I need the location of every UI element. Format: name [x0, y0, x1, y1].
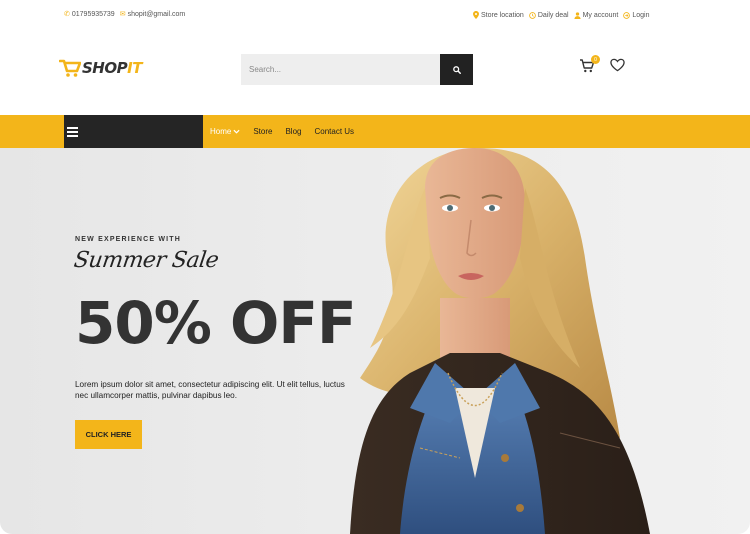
nav-item-contact-us[interactable]: Contact Us [314, 127, 354, 136]
hero-script-title: Summer Sale [72, 248, 221, 273]
phone-icon: ✆ [64, 11, 70, 18]
hero-headline: 50% OFF [75, 289, 357, 357]
categories-menu-button[interactable] [64, 115, 203, 148]
search-bar [241, 54, 473, 85]
nav-links: Home Store Blog Contact Us [210, 115, 354, 148]
login-label: Login [632, 11, 650, 19]
logo-text-shop: SHOP [82, 59, 128, 77]
logo-text-it: IT [127, 59, 142, 77]
nav-item-blog[interactable]: Blog [285, 127, 301, 136]
daily-deal-link[interactable]: Daily deal [528, 11, 569, 19]
phone-contact[interactable]: ✆ 01795935739 [64, 11, 115, 18]
login-icon [623, 11, 631, 19]
hero-model-image [350, 148, 650, 534]
clock-icon [528, 11, 536, 19]
cart-count-badge: 0 [591, 55, 600, 64]
hero-banner: NEW EXPERIENCE WITH Summer Sale 50% OFF … [0, 148, 750, 534]
hero-description: Lorem ipsum dolor sit amet, consectetur … [75, 380, 345, 400]
hamburger-icon [67, 126, 78, 137]
email-address: shopit@gmail.com [127, 11, 186, 18]
store-location-link[interactable]: Store location [473, 11, 524, 19]
email-contact[interactable]: ✉ shopit@gmail.com [120, 11, 186, 18]
wishlist-button[interactable] [610, 58, 626, 74]
nav-item-home-label: Home [210, 127, 232, 136]
login-link[interactable]: Login [623, 11, 650, 19]
contact-info: ✆ 01795935739 ✉ shopit@gmail.com [64, 11, 185, 18]
nav-item-home[interactable]: Home [210, 127, 240, 136]
daily-deal-label: Daily deal [537, 11, 569, 19]
top-bar: ✆ 01795935739 ✉ shopit@gmail.com Store l… [0, 0, 750, 32]
cart-button[interactable]: 0 [579, 55, 600, 76]
main-navbar: Home Store Blog Contact Us [0, 115, 750, 148]
envelope-icon: ✉ [119, 11, 126, 18]
site-logo[interactable]: SHOPIT [59, 56, 142, 80]
map-pin-icon [473, 11, 479, 19]
my-account-label: My account [582, 11, 619, 19]
click-here-button[interactable]: CLICK HERE [75, 420, 142, 449]
search-input[interactable] [241, 54, 440, 85]
cart-logo-icon [59, 59, 81, 77]
phone-number: 01795935739 [71, 11, 115, 18]
store-location-label: Store location [481, 11, 524, 19]
nav-item-store[interactable]: Store [253, 127, 272, 136]
search-icon [452, 65, 461, 74]
my-account-link[interactable]: My account [574, 11, 619, 19]
heart-icon [610, 58, 625, 72]
user-icon [574, 11, 581, 19]
logo-text: SHOPIT [82, 59, 142, 77]
chevron-down-icon [233, 129, 240, 134]
search-button[interactable] [440, 54, 473, 85]
hero-kicker: NEW EXPERIENCE WITH [75, 236, 182, 243]
top-links: Store location Daily deal My account Log… [473, 11, 650, 19]
